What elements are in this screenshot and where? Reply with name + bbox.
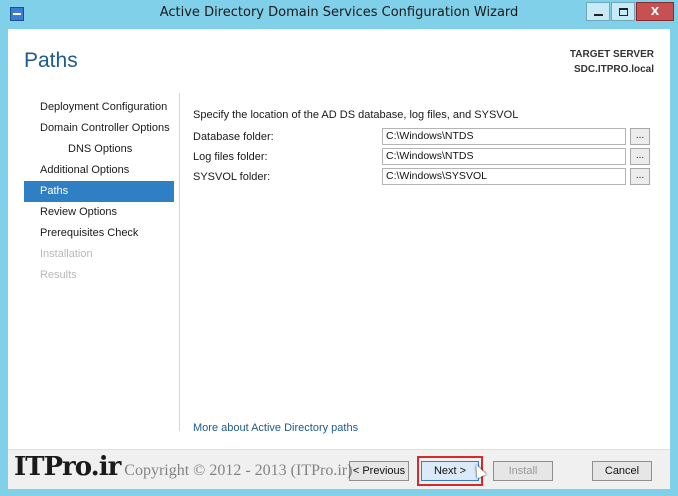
nav-item-dns-options[interactable]: DNS Options	[24, 139, 174, 160]
sysvol-folder-row: SYSVOL folder: C:\Windows\SYSVOL ...	[193, 168, 658, 188]
nav-item-prerequisites-check[interactable]: Prerequisites Check	[24, 223, 174, 244]
previous-button[interactable]: < Previous	[349, 461, 409, 481]
nav-item-review-options[interactable]: Review Options	[24, 202, 174, 223]
sysvol-folder-label: SYSVOL folder:	[193, 171, 271, 183]
target-server: TARGET SERVER SDC.ITPRO.local	[570, 47, 654, 77]
minimize-icon	[593, 13, 603, 16]
page-title: Paths	[24, 49, 78, 72]
cancel-button[interactable]: Cancel	[592, 461, 652, 481]
nav-item-deployment-configuration[interactable]: Deployment Configuration	[24, 97, 174, 118]
nav-divider	[179, 93, 180, 431]
database-folder-input[interactable]: C:\Windows\NTDS	[382, 128, 626, 145]
database-folder-row: Database folder: C:\Windows\NTDS ...	[193, 128, 658, 148]
log-files-folder-browse-button[interactable]: ...	[630, 148, 650, 165]
window-title: Active Directory Domain Services Configu…	[159, 5, 519, 20]
minimize-button[interactable]	[586, 2, 610, 21]
nav-item-additional-options[interactable]: Additional Options	[24, 160, 174, 181]
database-folder-browse-button[interactable]: ...	[630, 128, 650, 145]
paths-panel: Specify the location of the AD DS databa…	[193, 109, 658, 188]
next-button[interactable]: Next >	[421, 461, 479, 481]
title-bar: Active Directory Domain Services Configu…	[0, 0, 678, 28]
nav-item-installation: Installation	[40, 248, 93, 260]
watermark: ITPro.ir Copyright © 2012 - 2013 (ITPro.…	[14, 452, 352, 482]
target-server-name: SDC.ITPRO.local	[573, 64, 654, 75]
log-files-folder-row: Log files folder: C:\Windows\NTDS ...	[193, 148, 658, 168]
nav-item-results: Results	[40, 269, 77, 281]
itpro-logo: ITPro.ir	[14, 452, 121, 482]
log-files-folder-label: Log files folder:	[193, 151, 268, 163]
install-button: Install	[493, 461, 553, 481]
close-icon: X	[650, 5, 660, 18]
watermark-copyright: Copyright © 2012 - 2013 (ITPro.ir)	[124, 462, 353, 479]
wizard-body: Paths TARGET SERVER SDC.ITPRO.local Depl…	[8, 29, 670, 489]
maximize-button[interactable]	[611, 2, 635, 21]
close-button[interactable]: X	[636, 2, 674, 21]
more-about-paths-link[interactable]: More about Active Directory paths	[193, 422, 358, 434]
wizard-window: Active Directory Domain Services Configu…	[0, 0, 678, 496]
log-files-folder-input[interactable]: C:\Windows\NTDS	[382, 148, 626, 165]
database-folder-label: Database folder:	[193, 131, 274, 143]
nav-item-paths[interactable]: Paths	[24, 181, 174, 202]
target-server-label: TARGET SERVER	[569, 49, 654, 60]
sysvol-folder-input[interactable]: C:\Windows\SYSVOL	[382, 168, 626, 185]
sysvol-folder-browse-button[interactable]: ...	[630, 168, 650, 185]
wizard-nav: Deployment Configuration Domain Controll…	[24, 97, 174, 286]
instruction-text: Specify the location of the AD DS databa…	[193, 109, 519, 121]
maximize-icon	[618, 7, 628, 16]
nav-item-domain-controller-options[interactable]: Domain Controller Options	[24, 118, 174, 139]
